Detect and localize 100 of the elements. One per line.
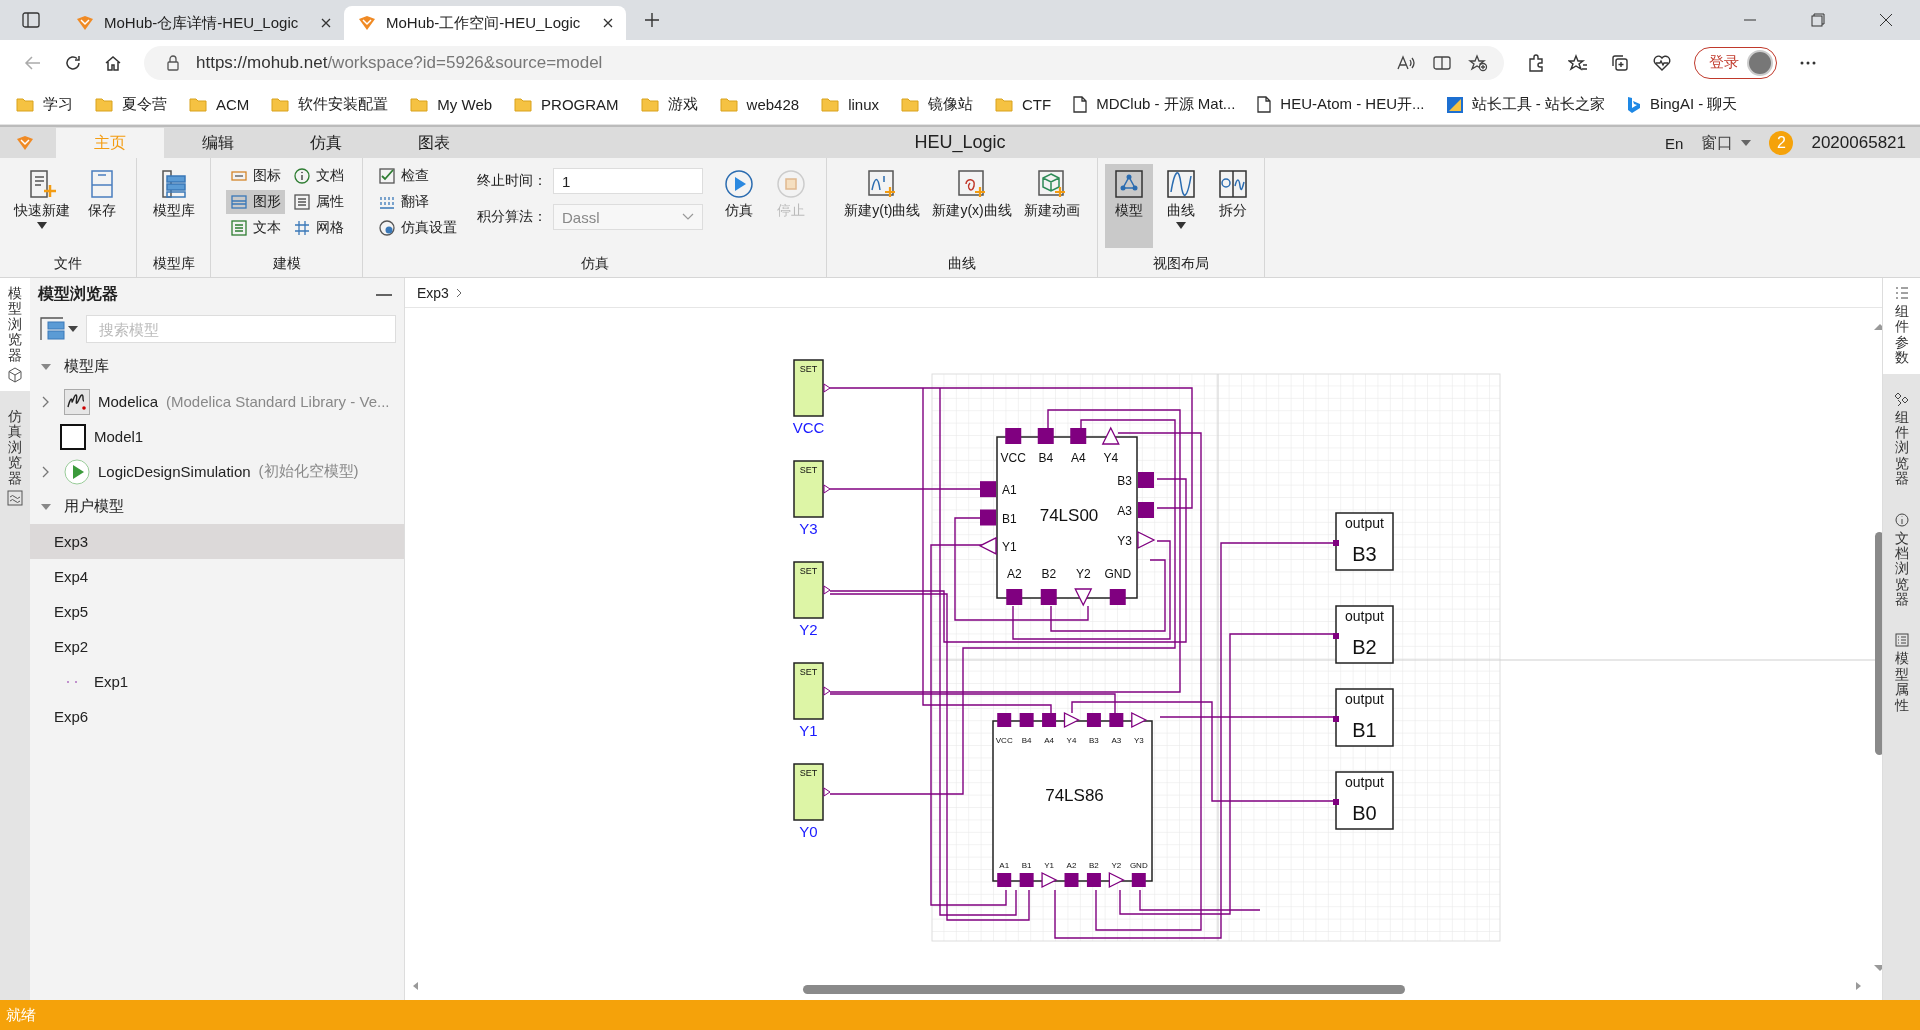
scroll-left-icon[interactable] <box>413 982 418 990</box>
heart-pulse-icon[interactable] <box>1652 52 1672 73</box>
pin-label: A2 <box>1066 861 1077 870</box>
tree-item[interactable]: Exp3 <box>30 524 404 559</box>
bookmark-item[interactable]: HEU-Atom - HEU开... <box>1257 95 1425 114</box>
bookmark-item[interactable]: linux <box>821 96 879 113</box>
breadcrumb-item[interactable]: Exp3 <box>417 284 449 301</box>
tree-item[interactable]: Modelica (Modelica Standard Library - Ve... <box>30 384 404 419</box>
ribbon-button[interactable]: 检查 <box>374 164 461 188</box>
chevron-right-icon[interactable] <box>40 395 50 408</box>
tree-item[interactable]: Exp2 <box>30 629 404 664</box>
ribbon-button[interactable]: 仿真设置 <box>374 216 461 240</box>
avatar-icon <box>1747 49 1773 76</box>
ribbon-button[interactable]: 模型库 <box>148 164 199 248</box>
ribbon-button[interactable]: 新建动画 <box>1019 164 1084 248</box>
output-name: B2 <box>1352 636 1377 658</box>
tree-item[interactable]: Exp6 <box>30 699 404 734</box>
tree-group[interactable]: 用户模型 <box>30 489 404 524</box>
bookmark-item[interactable]: web428 <box>719 96 800 113</box>
scroll-right-icon[interactable] <box>1856 982 1861 990</box>
bookmark-item[interactable]: CTF <box>995 96 1052 113</box>
ribbon-button[interactable]: 保存 <box>78 164 126 248</box>
bookmark-item[interactable]: 镜像站 <box>901 95 973 114</box>
ribbon-button[interactable]: 图形 <box>225 190 285 214</box>
bookmark-item[interactable]: PROGRAM <box>514 96 619 113</box>
ribbon-button[interactable]: 图标 <box>225 164 285 188</box>
extensions-icon[interactable] <box>1526 52 1546 73</box>
menu-tab[interactable]: 编辑 <box>164 128 272 158</box>
side-tab[interactable]: 模型属性 <box>1883 625 1920 722</box>
tree-item[interactable]: Exp4 <box>30 559 404 594</box>
view-mode-dropdown[interactable] <box>40 317 78 341</box>
bookmark-item[interactable]: 软件安装配置 <box>271 95 389 114</box>
ribbon-button[interactable]: 新建y(t)曲线 <box>840 164 925 248</box>
favorites-icon[interactable] <box>1568 52 1588 73</box>
restore-icon[interactable] <box>1811 13 1825 27</box>
stop-time-field[interactable]: 1 <box>553 168 703 194</box>
scroll-up-icon[interactable] <box>1874 324 1882 330</box>
menu-tab[interactable]: 仿真 <box>272 128 380 158</box>
bookmark-item[interactable]: 站长工具 - 站长之家 <box>1446 95 1605 114</box>
sidebar-toggle-icon[interactable] <box>22 12 40 28</box>
close-icon[interactable] <box>320 17 332 29</box>
side-tab[interactable]: 文档浏览器 <box>1883 504 1920 616</box>
add-favorite-icon[interactable] <box>1468 53 1488 72</box>
login-button[interactable]: 登录 <box>1694 46 1777 79</box>
bookmark-item[interactable]: ACM <box>189 96 250 113</box>
reader-view-icon[interactable] <box>1432 53 1452 72</box>
minimize-icon[interactable] <box>376 292 392 297</box>
ribbon-button[interactable]: 仿真 <box>715 164 763 248</box>
close-icon[interactable] <box>602 17 614 29</box>
browser-tab[interactable]: MoHub-仓库详情-HEU_Logic <box>62 6 344 40</box>
side-tab[interactable]: 组件参数 <box>1883 278 1920 374</box>
signal-source-block <box>793 662 824 720</box>
wave-view-icon <box>1165 168 1197 200</box>
bookmark-item[interactable]: My Web <box>410 96 493 113</box>
read-aloud-icon[interactable] <box>1396 53 1416 72</box>
bookmark-item[interactable]: 学习 <box>16 95 73 114</box>
search-field[interactable]: 搜索模型 <box>86 315 396 343</box>
caret-icon <box>1741 140 1752 146</box>
reload-icon[interactable] <box>64 53 82 72</box>
ribbon-button[interactable]: 曲线 <box>1157 164 1205 248</box>
ribbon-button[interactable]: 模型 <box>1105 164 1153 248</box>
home-icon[interactable] <box>104 53 122 72</box>
browser-tab[interactable]: MoHub-工作空间-HEU_Logic <box>344 6 626 40</box>
ribbon-button[interactable]: 新建y(x)曲线 <box>928 164 1016 248</box>
scroll-down-icon[interactable] <box>1874 965 1882 971</box>
pin-label: B2 <box>1089 861 1099 870</box>
chevron-right-icon[interactable] <box>40 465 50 478</box>
block-label: output <box>1345 608 1384 624</box>
side-tab[interactable]: 组件浏览器 <box>1883 383 1920 495</box>
ribbon-button[interactable]: 网格 <box>288 216 348 240</box>
input-pin <box>980 481 996 498</box>
bookmark-item[interactable]: 游戏 <box>640 95 698 114</box>
horizontal-scrollbar-thumb[interactable] <box>803 985 1405 994</box>
app-logo-icon <box>16 134 34 151</box>
tree-item[interactable]: Model1 <box>30 419 404 454</box>
bookmark-item[interactable]: MDClub - 开源 Mat... <box>1073 95 1236 114</box>
menu-tab[interactable]: 图表 <box>380 128 488 158</box>
tree-item[interactable]: Exp1 <box>30 664 404 699</box>
close-icon[interactable] <box>1879 13 1893 27</box>
vertical-scrollbar-thumb[interactable] <box>1875 532 1882 755</box>
ribbon-button[interactable]: 属性 <box>288 190 348 214</box>
ribbon-button[interactable]: 翻译 <box>374 190 461 214</box>
tree-item[interactable]: Exp5 <box>30 594 404 629</box>
ribbon-button[interactable]: 文档 <box>288 164 348 188</box>
window-menu[interactable]: 窗口 <box>1701 132 1752 154</box>
output-block <box>1335 688 1394 747</box>
language-menu[interactable]: En <box>1665 134 1684 152</box>
collections-icon[interactable] <box>1610 52 1630 73</box>
bookmark-item[interactable]: BingAI - 聊天 <box>1626 95 1738 114</box>
tree-item[interactable]: LogicDesignSimulation (初始化空模型) <box>30 454 404 489</box>
ribbon-button[interactable]: 文本 <box>225 216 285 240</box>
side-tab[interactable]: 仿真浏览器 <box>0 400 30 514</box>
side-tab[interactable]: 模型浏览器 <box>0 278 30 391</box>
bookmark-item[interactable]: 夏令营 <box>95 95 167 114</box>
address-field[interactable]: https://mohub.net/workspace?id=5926&source=model <box>144 45 1504 80</box>
ribbon-button[interactable]: 快速新建 <box>10 164 74 248</box>
user-id[interactable]: 2020065821 <box>1811 133 1906 153</box>
new-tab-icon[interactable] <box>644 12 660 28</box>
tree-group[interactable]: 模型库 <box>30 349 404 384</box>
ribbon-button[interactable]: 拆分 <box>1209 164 1257 248</box>
